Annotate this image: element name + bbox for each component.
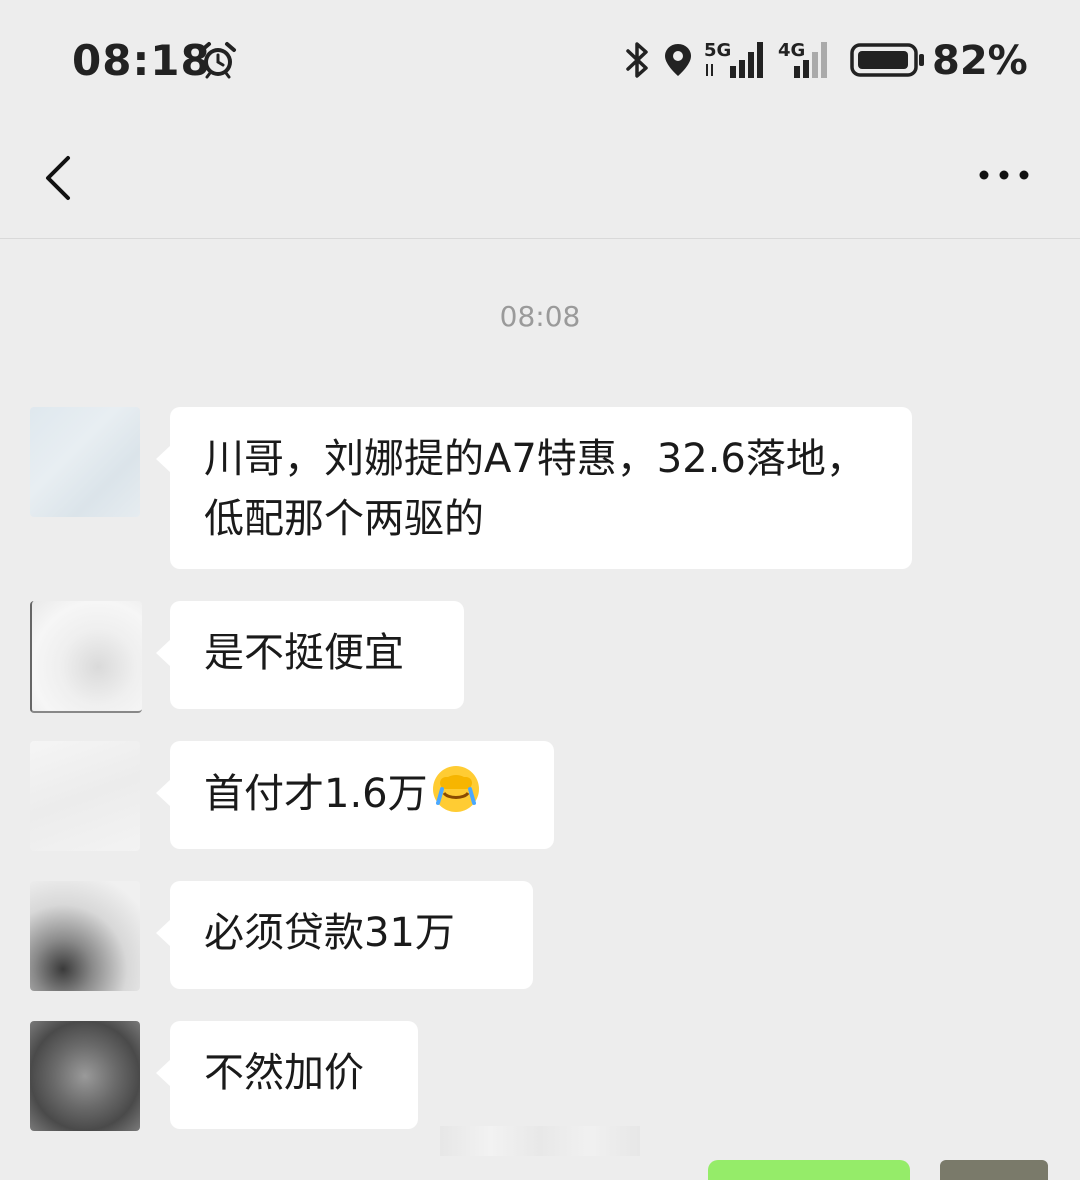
- message-text: 必须贷款31万: [204, 910, 455, 956]
- location-icon: [665, 44, 691, 76]
- chevron-left-icon[interactable]: [38, 150, 82, 206]
- message-text: 川哥，刘娜提的A7特惠，32.6落地，低配那个两驱的: [204, 436, 866, 542]
- message-bubble[interactable]: 必须贷款31万: [156, 881, 533, 989]
- chat-title: [440, 146, 640, 206]
- avatar[interactable]: [30, 1021, 140, 1131]
- bluetooth-icon: [626, 42, 648, 78]
- message-bubble[interactable]: 川哥，刘娜提的A7特惠，32.6落地，低配那个两驱的: [156, 407, 912, 569]
- message-text: 是不挺便宜: [204, 630, 404, 676]
- face-palm-crying-emoji-icon: [432, 766, 479, 812]
- avatar[interactable]: [940, 1160, 1048, 1180]
- outgoing-message-bubble[interactable]: [708, 1160, 910, 1180]
- signal-5g-icon: 5G: [704, 40, 763, 78]
- signal-4g-icon: 4G: [778, 40, 827, 78]
- svg-text:5G: 5G: [704, 40, 731, 61]
- message-text: 首付才1.6万: [204, 771, 428, 817]
- avatar[interactable]: [30, 741, 140, 851]
- avatar[interactable]: [30, 881, 140, 991]
- status-time: 08:18: [72, 36, 211, 85]
- message-bubble[interactable]: 是不挺便宜: [156, 601, 464, 709]
- avatar[interactable]: [30, 407, 140, 517]
- message-text: 不然加价: [204, 1050, 364, 1096]
- message-bubble[interactable]: 不然加价: [156, 1021, 418, 1129]
- chat-header: [0, 120, 1080, 239]
- avatar[interactable]: [30, 601, 142, 713]
- battery-percentage: 82%: [932, 38, 1028, 84]
- alarm-clock-icon: [200, 42, 236, 79]
- battery-icon: [850, 43, 924, 77]
- partial-content: [440, 1126, 640, 1156]
- status-bar: 08:18 5G 4G 82%: [0, 0, 1080, 120]
- message-bubble[interactable]: 首付才1.6万: [156, 741, 554, 849]
- svg-text:4G: 4G: [778, 40, 805, 61]
- more-dots-icon[interactable]: [972, 160, 1036, 190]
- message-timestamp: 08:08: [499, 300, 581, 333]
